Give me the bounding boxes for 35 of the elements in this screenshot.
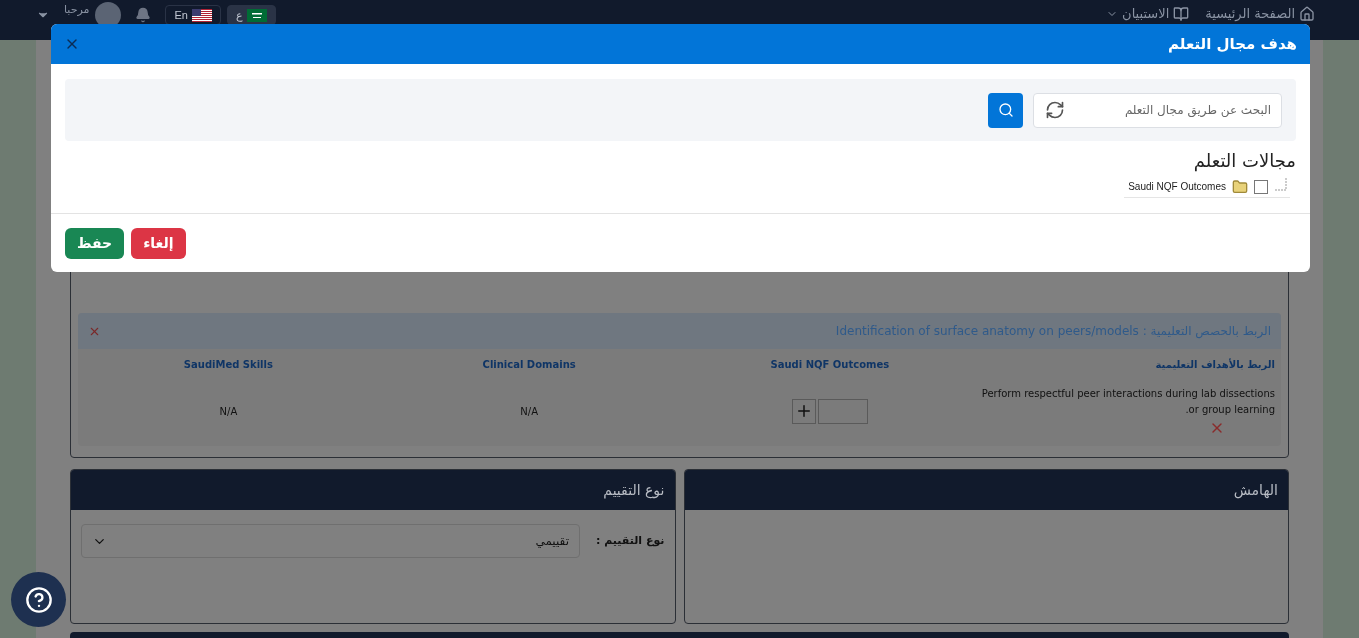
save-button[interactable]: حفظ <box>65 227 125 259</box>
column-header: SaudiMed Skills <box>183 358 273 372</box>
us-flag-icon <box>191 8 212 22</box>
card-title: الهامش <box>1233 480 1278 501</box>
tree-checkbox[interactable] <box>1254 179 1268 194</box>
assessment-select[interactable]: تقييمي <box>81 524 580 558</box>
greeting: مرحبا <box>64 2 90 18</box>
refresh-icon[interactable] <box>1045 99 1065 120</box>
table-cell-text: N/A <box>520 404 538 419</box>
add-button[interactable] <box>791 398 816 424</box>
card-title: نوع التقييم <box>603 480 665 501</box>
book-icon <box>1173 6 1190 22</box>
folder-icon <box>1232 178 1248 195</box>
modal-title: هدف مجال التعلم <box>1168 33 1297 55</box>
search-icon <box>997 102 1014 118</box>
section-title: مجالات التعلم <box>1193 149 1296 174</box>
field-label: نوع التقييم : <box>596 532 665 549</box>
nav-link[interactable]: الاستبيان <box>1106 2 1190 26</box>
nav-link[interactable]: الصفحة الرئيسية <box>1205 2 1315 26</box>
column-header: الربط بالأهداف التعليمية <box>1155 357 1275 372</box>
search-field[interactable]: البحث عن طريق مجال التعلم <box>1033 92 1282 128</box>
objective-text: Perform respectful peer interactions during lab dissections or group learning. <box>980 387 1275 417</box>
table-cell-text: N/A <box>219 404 238 419</box>
bell-icon[interactable] <box>135 7 152 23</box>
help-icon <box>24 585 53 614</box>
tree-item-label[interactable]: Saudi NQF Outcomes <box>1128 179 1226 194</box>
language-button[interactable]: ع <box>226 5 276 25</box>
search-button[interactable] <box>988 92 1023 128</box>
mapping-title: الربط بالحصص التعليمية : Identification of surface anatomy on peers/models <box>834 323 1271 340</box>
cancel-button[interactable]: إلغاء <box>131 227 186 259</box>
column-header: Clinical Domains <box>482 358 576 372</box>
outcome-field[interactable] <box>817 398 868 424</box>
home-icon <box>1299 6 1315 22</box>
saudi-flag-icon <box>246 8 267 22</box>
column-header: Saudi NQF Outcomes <box>770 358 890 372</box>
